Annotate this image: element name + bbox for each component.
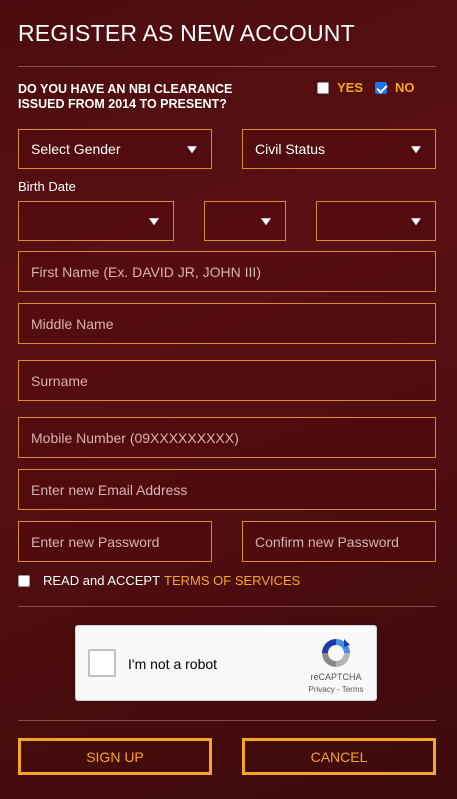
mobile-number-placeholder: Mobile Number (09XXXXXXXXX): [31, 429, 239, 446]
civil-status-select-value: Civil Status: [255, 141, 326, 157]
civil-status-select[interactable]: Civil Status: [242, 129, 436, 169]
nbi-no-label[interactable]: NO: [395, 80, 415, 95]
recaptcha-checkbox[interactable]: [88, 649, 116, 677]
password-placeholder: Enter new Password: [31, 533, 160, 550]
middle-name-placeholder: Middle Name: [31, 315, 114, 332]
birth-month-select[interactable]: [18, 201, 174, 241]
password-input[interactable]: Enter new Password: [18, 521, 212, 562]
terms-of-service-link[interactable]: TERMS OF SERVICES: [164, 573, 300, 588]
nbi-question: DO YOU HAVE AN NBI CLEARANCE ISSUED FROM…: [18, 82, 233, 111]
surname-placeholder: Surname: [31, 372, 88, 389]
email-input[interactable]: Enter new Email Address: [18, 469, 436, 510]
chevron-down-icon: [411, 218, 421, 226]
confirm-password-placeholder: Confirm new Password: [255, 533, 399, 550]
nbi-no-checkbox[interactable]: [375, 81, 387, 94]
header-divider: [18, 66, 436, 67]
birth-year-select[interactable]: [316, 201, 436, 241]
mobile-number-input[interactable]: Mobile Number (09XXXXXXXXX): [18, 417, 436, 458]
recaptcha-label: I'm not a robot: [128, 656, 218, 672]
confirm-password-input[interactable]: Confirm new Password: [242, 521, 436, 562]
nbi-yes-label[interactable]: YES: [337, 80, 363, 95]
terms-divider: [18, 606, 436, 607]
nbi-no-option[interactable]: NO: [375, 80, 415, 95]
birth-day-select[interactable]: [204, 201, 286, 241]
terms-prefix: READ and ACCEPT: [43, 573, 161, 588]
nbi-yes-option[interactable]: YES: [317, 80, 363, 95]
page-title: REGISTER AS NEW ACCOUNT: [18, 20, 355, 46]
recaptcha-logo-icon: [322, 639, 350, 667]
first-name-placeholder: First Name (Ex. DAVID JR, JOHN III): [31, 263, 261, 280]
email-placeholder: Enter new Email Address: [31, 481, 188, 498]
chevron-down-icon: [411, 146, 421, 154]
recaptcha-links[interactable]: Privacy - Terms: [296, 685, 376, 694]
nbi-yes-checkbox[interactable]: [317, 81, 329, 94]
terms-checkbox[interactable]: [18, 574, 30, 587]
sign-up-button[interactable]: SIGN UP: [18, 738, 212, 775]
first-name-input[interactable]: First Name (Ex. DAVID JR, JOHN III): [18, 251, 436, 292]
middle-name-input[interactable]: Middle Name: [18, 303, 436, 344]
recaptcha-widget: I'm not a robot reCAPTCHA Privacy - Term…: [75, 625, 377, 701]
gender-select[interactable]: Select Gender: [18, 129, 212, 169]
chevron-down-icon: [149, 218, 159, 226]
footer-divider: [18, 720, 436, 721]
terms-row: READ and ACCEPT TERMS OF SERVICES: [18, 573, 300, 588]
chevron-down-icon: [187, 146, 197, 154]
cancel-button[interactable]: CANCEL: [242, 738, 436, 775]
gender-select-value: Select Gender: [31, 141, 121, 157]
birth-date-label: Birth Date: [18, 179, 76, 194]
recaptcha-brand: reCAPTCHA: [310, 672, 362, 682]
surname-input[interactable]: Surname: [18, 360, 436, 401]
chevron-down-icon: [261, 218, 271, 226]
